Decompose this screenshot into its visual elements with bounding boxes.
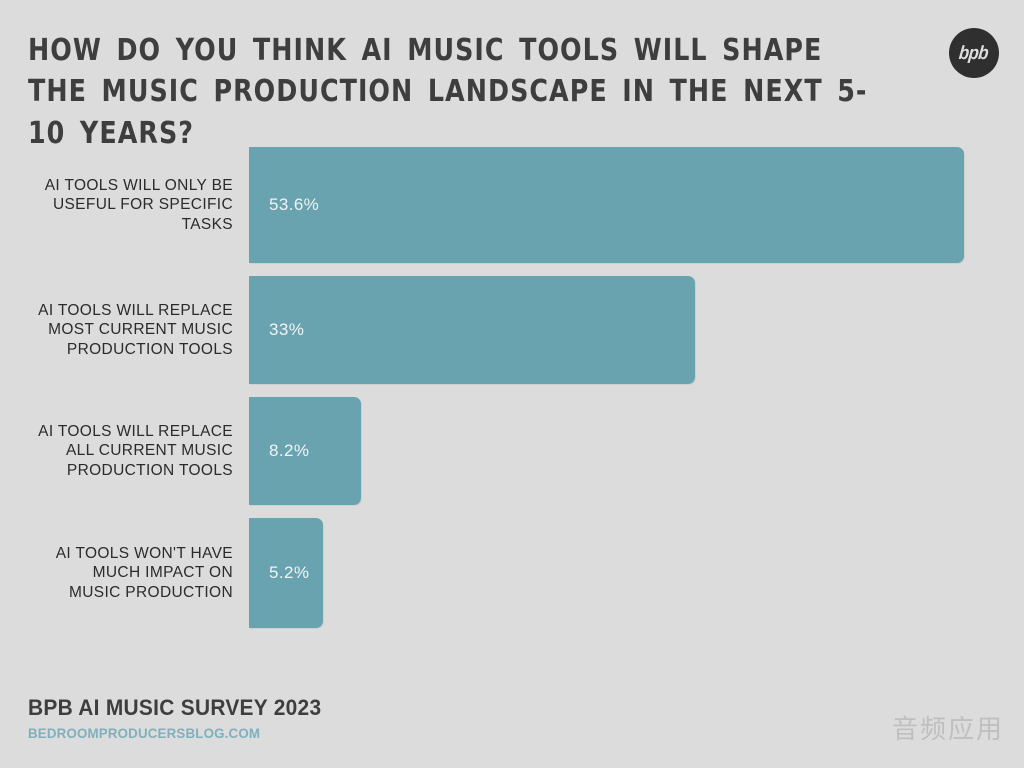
poster-canvas: How do you think AI music tools will sha…	[0, 0, 1024, 768]
bar-value-label: 5.2%	[269, 563, 310, 582]
bar-label: AI tools will only be useful for specifi…	[0, 147, 235, 263]
bar-track: 5.2%	[235, 518, 1024, 628]
bar-value-label: 33%	[269, 320, 305, 339]
bar-label-line: tasks	[181, 215, 233, 233]
survey-title: BPB AI Music Survey 2023	[28, 695, 322, 720]
page-title: How do you think AI music tools will sha…	[28, 33, 868, 151]
watermark: 音频应用	[891, 715, 1004, 745]
bar-label-line: music production	[68, 583, 233, 601]
bar-label-line: all current music	[65, 442, 233, 460]
bar-chart: AI tools will only be useful for specifi…	[0, 147, 1024, 641]
bar-fill: 8.2%	[249, 397, 361, 505]
chart-row: AI tools won't have much impact on music…	[0, 518, 1024, 628]
chart-row: AI tools will only be useful for specifi…	[0, 147, 1024, 263]
bar-label-line: production tools	[66, 340, 233, 358]
bpb-logo-text: bpb	[958, 42, 990, 64]
bar-track: 53.6%	[235, 147, 1024, 263]
bar-label: AI tools will replace all current music …	[0, 397, 235, 505]
bar-label-line: AI tools will replace	[38, 422, 233, 440]
bar-label: AI tools won't have much impact on music…	[0, 518, 235, 628]
bar-label: AI tools will replace most current music…	[0, 276, 235, 384]
bar-label-line: AI tools won't have	[55, 544, 233, 562]
bar-track: 33%	[235, 276, 1024, 384]
bar-track: 8.2%	[235, 397, 1024, 505]
bar-label-line: useful for specific	[52, 196, 233, 214]
chart-row: AI tools will replace all current music …	[0, 397, 1024, 505]
header: How do you think AI music tools will sha…	[28, 30, 928, 154]
bar-label-line: much impact on	[92, 564, 233, 582]
bar-value-label: 8.2%	[269, 441, 310, 460]
bpb-logo: bpb	[949, 28, 999, 78]
bar-value-label: 53.6%	[269, 195, 320, 214]
bar-fill: 5.2%	[249, 518, 324, 628]
bar-label-line: most current music	[48, 321, 233, 339]
bar-label-line: AI tools will replace	[38, 301, 233, 319]
bar-fill: 33%	[249, 276, 695, 384]
footer: BPB AI Music Survey 2023 bedroomproducer…	[28, 695, 337, 741]
bar-label-line: AI tools will only be	[44, 176, 233, 194]
bar-label-line: production tools	[66, 461, 233, 479]
source-url: bedroomproducersblog.com	[28, 725, 261, 741]
bar-fill: 53.6%	[249, 147, 964, 263]
chart-row: AI tools will replace most current music…	[0, 276, 1024, 384]
